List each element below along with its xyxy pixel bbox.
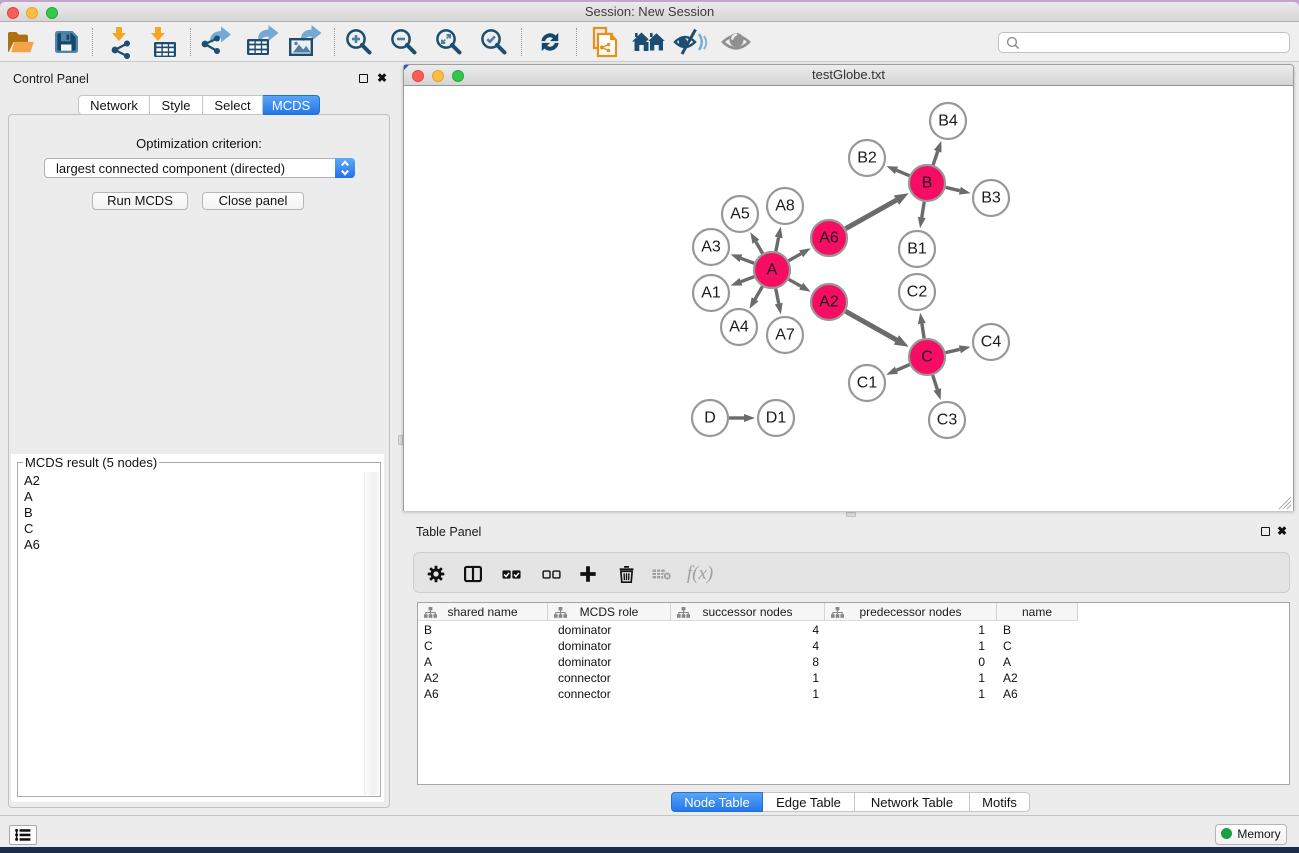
svg-text:A6: A6 <box>819 230 839 247</box>
svg-text:A: A <box>767 262 778 279</box>
svg-text:D: D <box>704 410 716 427</box>
svg-text:A8: A8 <box>775 198 795 215</box>
svg-text:B4: B4 <box>938 113 958 130</box>
svg-text:C2: C2 <box>907 284 928 301</box>
svg-text:A7: A7 <box>775 327 795 344</box>
svg-text:C: C <box>921 349 933 366</box>
svg-text:B1: B1 <box>907 241 927 258</box>
svg-text:A2: A2 <box>819 294 839 311</box>
svg-text:A3: A3 <box>701 239 721 256</box>
svg-text:A4: A4 <box>729 319 749 336</box>
svg-text:B3: B3 <box>981 190 1001 207</box>
svg-text:C1: C1 <box>857 375 878 392</box>
svg-text:B: B <box>922 175 933 192</box>
svg-text:A5: A5 <box>730 206 750 223</box>
svg-text:D1: D1 <box>766 410 787 427</box>
svg-text:A1: A1 <box>701 285 721 302</box>
svg-text:B2: B2 <box>857 150 877 167</box>
svg-text:C3: C3 <box>937 412 958 429</box>
svg-text:C4: C4 <box>981 334 1002 351</box>
